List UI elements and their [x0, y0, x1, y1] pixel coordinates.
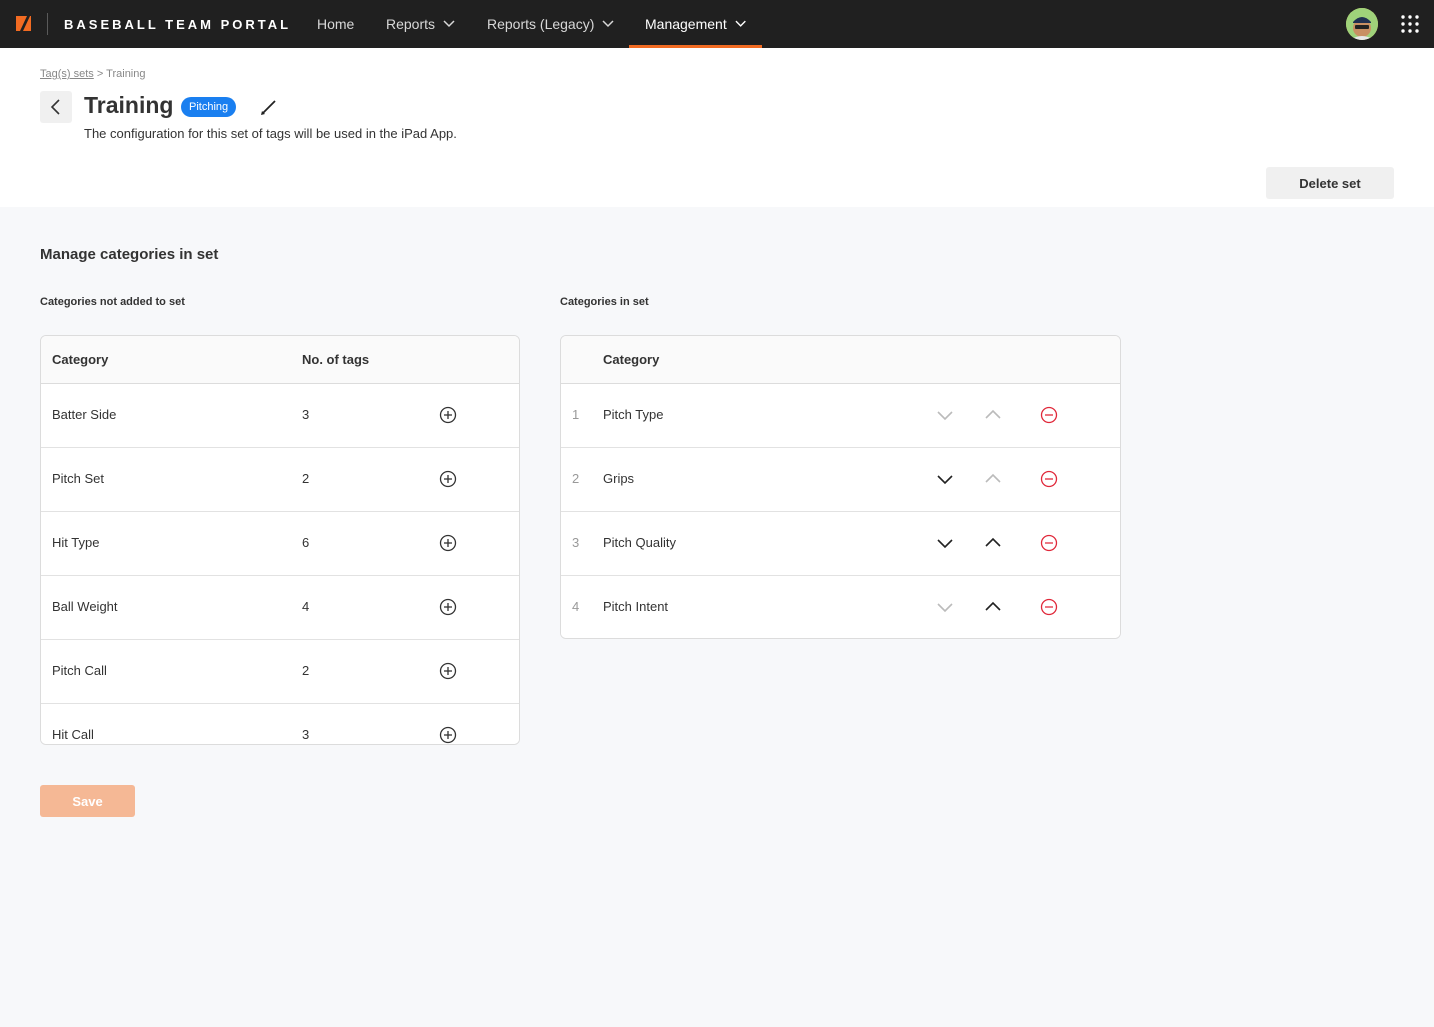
nav-home-label: Home: [317, 16, 355, 32]
table-header: Category: [561, 336, 1120, 384]
move-up-icon[interactable]: [984, 472, 1002, 486]
table-row: 3 Pitch Quality: [561, 512, 1120, 576]
breadcrumb-link-tag-sets[interactable]: Tag(s) sets: [40, 68, 94, 80]
category-name: Ball Weight: [52, 599, 118, 614]
save-button[interactable]: Save: [40, 785, 135, 817]
tag-count: 3: [302, 727, 310, 742]
tag-count: 4: [302, 599, 310, 614]
move-up-icon[interactable]: [984, 536, 1002, 550]
move-down-icon[interactable]: [936, 472, 954, 486]
table-header: Category No. of tags: [41, 336, 519, 384]
chevron-down-icon: [735, 20, 746, 27]
move-up-icon[interactable]: [984, 600, 1002, 614]
chevron-down-icon: [602, 20, 614, 28]
row-index: 2: [572, 471, 580, 486]
table-row: Ball Weight 4: [41, 576, 519, 640]
add-circle-icon[interactable]: [439, 534, 457, 552]
top-nav-bar: BASEBALL TEAM PORTAL Home Reports Report…: [0, 0, 1434, 48]
tag-count: 2: [302, 471, 310, 486]
breadcrumb: Tag(s) sets > Training: [40, 68, 146, 80]
table-row: 2 Grips: [561, 448, 1120, 512]
brand-logo-icon[interactable]: [16, 16, 31, 31]
page-title: Training: [84, 92, 174, 118]
remove-circle-icon[interactable]: [1040, 534, 1058, 552]
column-header-category: Category: [603, 352, 660, 367]
back-button[interactable]: [40, 91, 72, 123]
page-subtitle: The configuration for this set of tags w…: [84, 126, 457, 141]
row-index: 1: [572, 407, 580, 422]
tag-count: 2: [302, 663, 310, 678]
chevron-down-icon: [443, 20, 455, 28]
category-name: Hit Type: [52, 535, 100, 550]
in-set-categories-title: Categories in set: [560, 296, 649, 308]
category-name: Hit Call: [52, 727, 94, 742]
category-name: Pitch Call: [52, 663, 107, 678]
user-avatar[interactable]: [1346, 8, 1378, 40]
page-header: Tag(s) sets > Training Training Pitching…: [0, 48, 1434, 207]
move-down-icon[interactable]: [936, 536, 954, 550]
nav-reports-legacy[interactable]: Reports (Legacy): [471, 0, 630, 48]
category-name: Grips: [603, 471, 635, 486]
add-circle-icon[interactable]: [439, 662, 457, 680]
table-row: 1 Pitch Type: [561, 384, 1120, 448]
avatar-icon: [1346, 8, 1378, 40]
remove-circle-icon[interactable]: [1040, 470, 1058, 488]
move-down-icon[interactable]: [936, 408, 954, 422]
apps-grid-icon[interactable]: [1401, 15, 1419, 33]
move-down-icon[interactable]: [936, 600, 954, 614]
tag-count: 3: [302, 407, 310, 422]
breadcrumb-current: Training: [106, 68, 146, 80]
logo-divider: [47, 13, 48, 35]
delete-set-button[interactable]: Delete set: [1266, 167, 1394, 199]
add-circle-icon[interactable]: [439, 598, 457, 616]
table-row: Pitch Call 2: [41, 640, 519, 704]
section-title: Manage categories in set: [40, 246, 219, 263]
add-circle-icon[interactable]: [439, 470, 457, 488]
move-up-icon[interactable]: [984, 408, 1002, 422]
available-categories-title: Categories not added to set: [40, 296, 185, 308]
table-row: Hit Type 6: [41, 512, 519, 576]
breadcrumb-separator: >: [96, 68, 104, 80]
table-row: Hit Call 3: [41, 704, 519, 744]
nav-reports[interactable]: Reports: [370, 0, 471, 48]
nav-home[interactable]: Home: [301, 0, 370, 48]
table-row: Batter Side 3: [41, 384, 519, 448]
remove-circle-icon[interactable]: [1040, 598, 1058, 616]
in-set-categories-table: Category 1 Pitch Type 2 Grips 3 Pitch Qu…: [560, 335, 1121, 639]
nav-management[interactable]: Management: [629, 0, 762, 48]
nav-management-label: Management: [645, 16, 727, 32]
column-header-tags: No. of tags: [302, 352, 370, 367]
remove-circle-icon[interactable]: [1040, 406, 1058, 424]
nav-reports-legacy-label: Reports (Legacy): [487, 16, 595, 32]
category-name: Pitch Type: [603, 407, 664, 422]
brand-name: BASEBALL TEAM PORTAL: [64, 17, 292, 32]
category-name: Pitch Set: [52, 471, 105, 486]
table-row: Pitch Set 2: [41, 448, 519, 512]
tag-count: 6: [302, 535, 310, 550]
add-circle-icon[interactable]: [439, 406, 457, 424]
table-row: 4 Pitch Intent: [561, 576, 1120, 638]
row-index: 4: [572, 599, 580, 614]
pencil-icon[interactable]: [259, 97, 279, 117]
chevron-left-icon: [50, 99, 60, 115]
column-header-category: Category: [52, 352, 109, 367]
category-badge: Pitching: [181, 97, 237, 117]
category-name: Pitch Quality: [603, 535, 676, 550]
nav-reports-label: Reports: [386, 16, 436, 32]
category-name: Batter Side: [52, 407, 117, 422]
add-circle-icon[interactable]: [439, 726, 457, 744]
category-name: Pitch Intent: [603, 599, 669, 614]
row-index: 3: [572, 535, 580, 550]
available-categories-table: Category No. of tags Batter Side 3 Pitch…: [40, 335, 520, 745]
